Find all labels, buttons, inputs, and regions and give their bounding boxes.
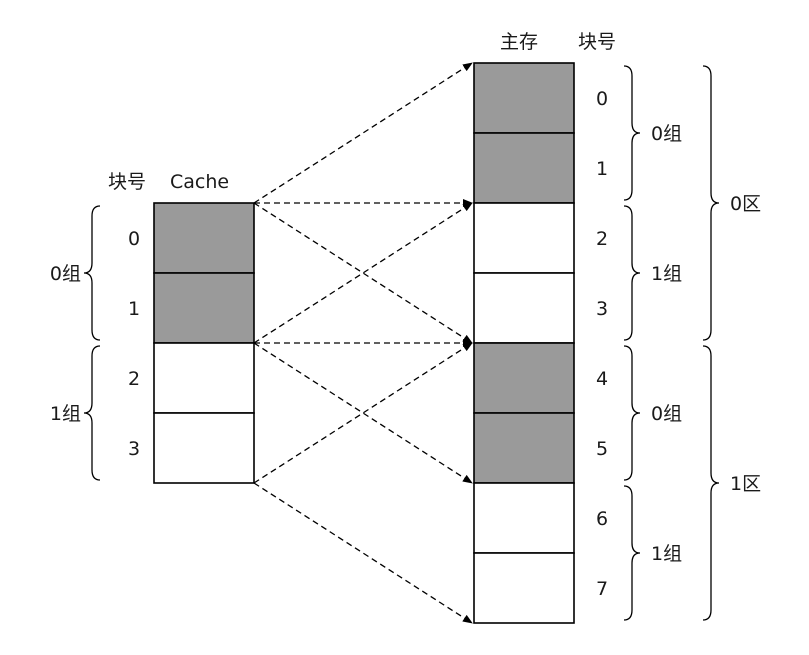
cache-title: Cache bbox=[170, 171, 229, 193]
memory-block-7 bbox=[473, 552, 575, 624]
memory-block-index: 3 bbox=[596, 298, 608, 320]
cache-block-index: 1 bbox=[128, 298, 140, 320]
memory-index-header: 块号 bbox=[578, 31, 616, 53]
memory-block-0 bbox=[473, 62, 575, 134]
cache-group-brace bbox=[83, 345, 101, 481]
memory-zone-brace bbox=[702, 345, 720, 621]
cache-block-2 bbox=[153, 342, 255, 414]
memory-block-index: 7 bbox=[596, 578, 608, 600]
memory-group-brace bbox=[623, 65, 641, 201]
memory-group-label: 1组 bbox=[651, 543, 682, 565]
memory-block-index: 6 bbox=[596, 508, 608, 530]
memory-index-labels: 0 1 2 3 4 5 6 7 bbox=[596, 88, 608, 600]
memory-block-index: 5 bbox=[596, 438, 608, 460]
cache-index-labels: 0 1 2 3 bbox=[128, 228, 140, 460]
memory-block-index: 2 bbox=[596, 228, 608, 250]
mapping-arrows bbox=[253, 62, 473, 624]
mapping-arrow-7 bbox=[253, 482, 473, 624]
memory-block-index: 1 bbox=[596, 158, 608, 180]
memory-zone-label: 1区 bbox=[730, 473, 761, 495]
memory-block-5 bbox=[473, 412, 575, 484]
cache-memory-mapping-diagram: 块号 Cache 主存 块号 0 1 2 3 0 1 2 3 4 5 6 7 0组 1组 0组 1组 0组 1… bbox=[50, 31, 761, 624]
memory-block-index: 4 bbox=[596, 368, 608, 390]
memory-block-4 bbox=[473, 342, 575, 414]
cache-block-index: 3 bbox=[128, 438, 140, 460]
memory-block-column bbox=[473, 62, 575, 624]
memory-zone-label: 0区 bbox=[730, 193, 761, 215]
cache-block-1 bbox=[153, 272, 255, 344]
memory-block-index: 0 bbox=[596, 88, 608, 110]
memory-group-label: 1组 bbox=[651, 263, 682, 285]
memory-group-brace bbox=[623, 205, 641, 341]
mapping-arrow-0 bbox=[253, 62, 473, 204]
cache-group-label: 1组 bbox=[50, 403, 81, 425]
memory-group-label: 0组 bbox=[651, 123, 682, 145]
cache-block-0 bbox=[153, 202, 255, 274]
memory-block-1 bbox=[473, 132, 575, 204]
memory-block-2 bbox=[473, 202, 575, 274]
cache-block-column bbox=[153, 202, 255, 484]
cache-block-index: 2 bbox=[128, 368, 140, 390]
memory-block-6 bbox=[473, 482, 575, 554]
cache-index-header: 块号 bbox=[108, 171, 146, 193]
memory-zone-brace bbox=[702, 65, 720, 341]
memory-block-3 bbox=[473, 272, 575, 344]
memory-group-label: 0组 bbox=[651, 403, 682, 425]
memory-title: 主存 bbox=[500, 31, 538, 53]
cache-group-brace bbox=[83, 205, 101, 341]
cache-block-3 bbox=[153, 412, 255, 484]
memory-group-brace bbox=[623, 485, 641, 621]
cache-block-index: 0 bbox=[128, 228, 140, 250]
memory-group-brace bbox=[623, 345, 641, 481]
cache-group-label: 0组 bbox=[50, 263, 81, 285]
